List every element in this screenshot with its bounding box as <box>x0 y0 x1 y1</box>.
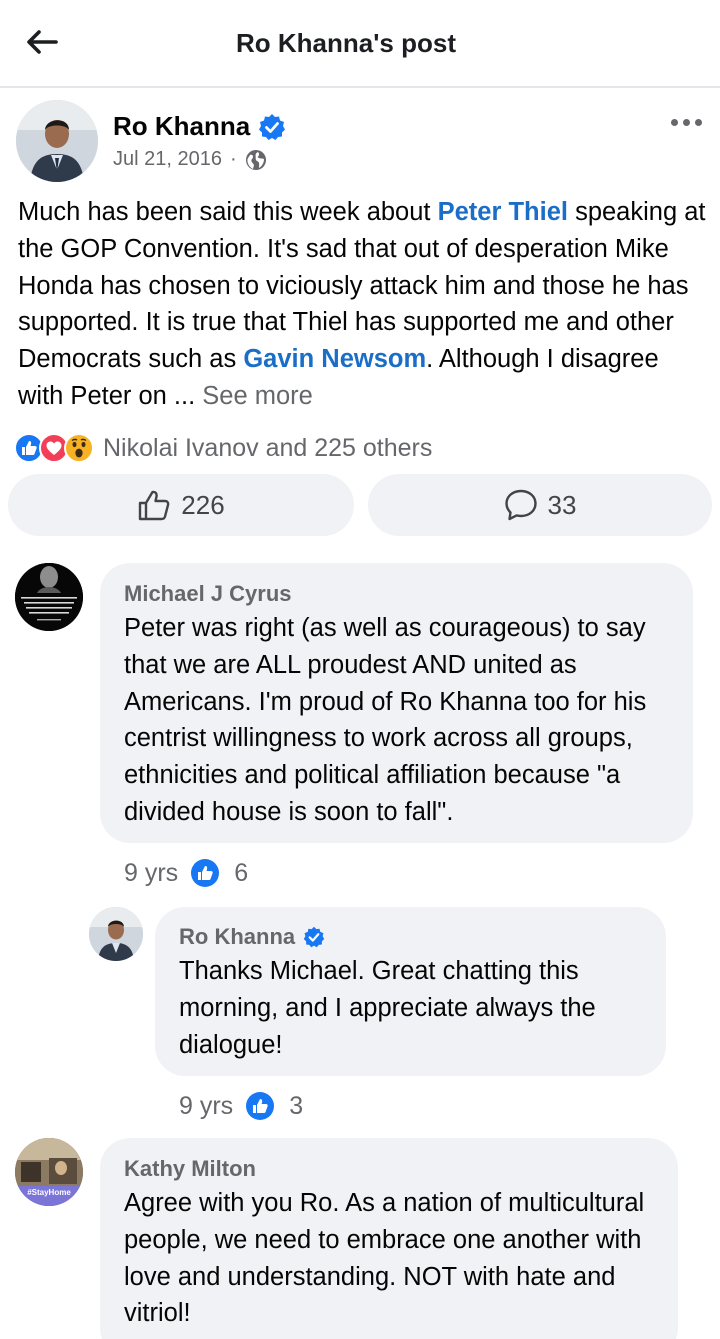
top-bar: Ro Khanna's post <box>0 0 720 88</box>
like-reaction-icon <box>246 1092 275 1120</box>
post-date[interactable]: Jul 21, 2016 <box>113 148 222 171</box>
reactions-summary[interactable]: Nikolai Ivanov and 225 others <box>14 432 432 464</box>
dot <box>682 118 690 126</box>
verified-badge-icon <box>259 113 286 140</box>
commenter-avatar[interactable]: #StayHome <box>15 1138 83 1206</box>
comment-like-count[interactable]: 6 <box>234 859 248 888</box>
reply-text: Thanks Michael. Great chatting this morn… <box>179 957 596 1059</box>
post-body: Much has been said this week about Peter… <box>18 198 706 410</box>
dot <box>670 118 678 126</box>
reactions-text: Nikolai Ivanov and 225 others <box>103 433 433 462</box>
commenter-avatar[interactable] <box>15 563 83 631</box>
comment-bubble-icon <box>504 489 537 521</box>
post-meta: Jul 21, 2016 · <box>113 148 267 171</box>
meta-separator: · <box>229 148 237 170</box>
page-title: Ro Khanna's post <box>236 28 456 58</box>
wow-reaction-icon <box>64 433 94 463</box>
see-more-link[interactable]: See more <box>202 382 313 410</box>
author-name[interactable]: Ro Khanna <box>113 111 286 142</box>
author-avatar[interactable] <box>16 100 98 182</box>
commenter-name[interactable]: Michael J Cyrus <box>124 581 292 607</box>
post-header: Ro Khanna Jul 21, 2016 · <box>0 96 720 186</box>
like-reaction-icon <box>191 859 220 887</box>
dot <box>694 118 702 126</box>
replier-name[interactable]: Ro Khanna <box>179 924 325 950</box>
reply-footer: 9 yrs 3 <box>179 1090 303 1122</box>
comment-text: Agree with you Ro. As a nation of multic… <box>124 1189 645 1328</box>
link-gavin-newsom[interactable]: Gavin Newsom <box>243 345 426 373</box>
commenter-name[interactable]: Kathy Milton <box>124 1156 256 1182</box>
reply-like-count[interactable]: 3 <box>289 1092 303 1121</box>
comment-button[interactable]: 33 <box>368 474 712 536</box>
reply-age[interactable]: 9 yrs <box>179 1092 233 1121</box>
link-peter-thiel[interactable]: Peter Thiel <box>438 198 568 226</box>
avatar-frame-tag: #StayHome <box>27 1188 71 1197</box>
reaction-icons <box>14 433 94 463</box>
like-button[interactable]: 226 <box>8 474 354 536</box>
thumbs-up-icon <box>139 490 170 521</box>
globe-icon <box>245 149 266 170</box>
comment-text: Peter was right (as well as courageous) … <box>124 614 647 826</box>
replier-avatar[interactable] <box>89 907 143 961</box>
comment-footer: 9 yrs 6 <box>124 857 248 889</box>
comment-count: 33 <box>547 489 577 520</box>
like-count: 226 <box>181 489 225 520</box>
more-options-button[interactable] <box>666 110 706 134</box>
verified-badge-icon <box>303 926 325 948</box>
comment-age[interactable]: 9 yrs <box>124 859 178 888</box>
